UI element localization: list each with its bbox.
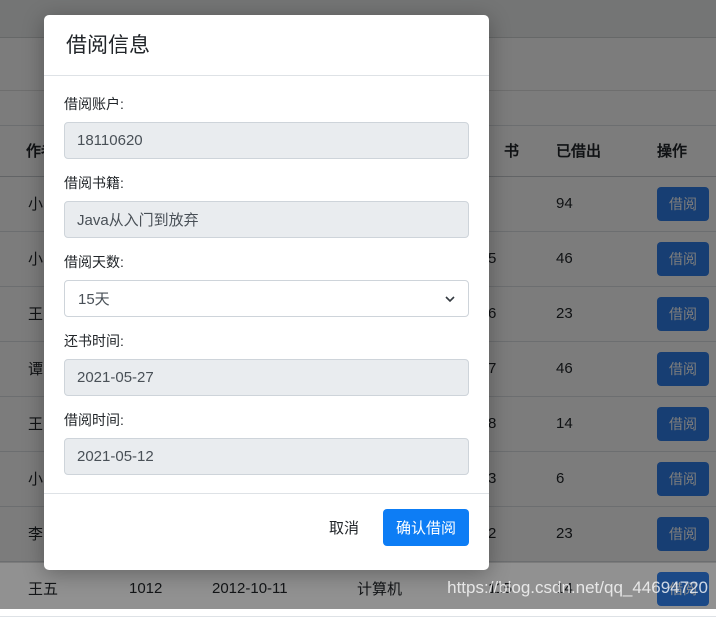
borrowed-cell: 94 [532,176,632,231]
borrowed-cell: 46 [532,231,632,286]
account-label: 借阅账户: [64,94,469,114]
modal-footer: 取消 确认借阅 [44,493,489,570]
borrow-date-field [64,438,469,475]
book-field [64,201,469,238]
borrow-info-modal: 借阅信息 借阅账户: 借阅书籍: 借阅天数: 15天 还书时间: 借阅时间: 取… [44,15,489,570]
col-header-borrowed: 已借出 [532,126,632,176]
confirm-borrow-button[interactable]: 确认借阅 [383,509,469,546]
modal-header: 借阅信息 [44,15,489,76]
borrow-date-label: 借阅时间: [64,410,469,430]
borrow-button[interactable]: 借阅 [657,407,709,441]
account-field [64,122,469,159]
borrowed-cell: 6 [532,451,632,506]
borrowed-cell: 46 [532,341,632,396]
borrow-button[interactable]: 借阅 [657,352,709,386]
borrow-button[interactable]: 借阅 [657,297,709,331]
days-select[interactable]: 15天 [64,280,469,317]
borrowed-cell: 23 [532,506,632,561]
borrow-button[interactable]: 借阅 [657,242,709,276]
borrow-button[interactable]: 借阅 [657,462,709,496]
book-label: 借阅书籍: [64,173,469,193]
borrow-button[interactable]: 借阅 [657,517,709,551]
borrowed-cell: 23 [532,286,632,341]
days-label: 借阅天数: [64,252,469,272]
modal-title: 借阅信息 [66,32,467,60]
return-date-label: 还书时间: [64,331,469,351]
modal-body: 借阅账户: 借阅书籍: 借阅天数: 15天 还书时间: 借阅时间: [44,76,489,493]
borrow-button[interactable]: 借阅 [657,572,709,606]
days-select-value: 15天 [78,288,110,309]
cancel-button[interactable]: 取消 [319,510,369,545]
borrowed-cell: 14 [532,561,632,616]
return-date-field [64,359,469,396]
borrow-button[interactable]: 借阅 [657,187,709,221]
borrowed-cell: 14 [532,396,632,451]
col-header-actions: 操作 [632,126,716,176]
chevron-down-icon [444,293,456,305]
